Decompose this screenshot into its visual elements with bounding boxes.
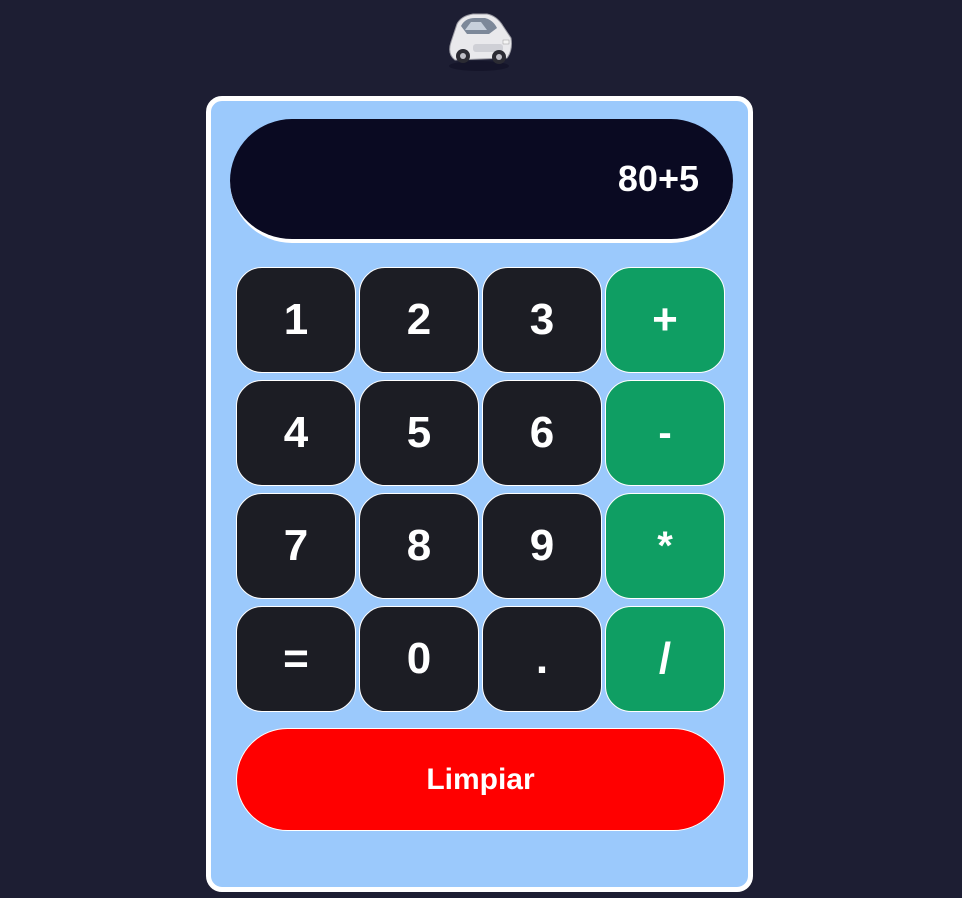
calculator-display: 80+5 (230, 119, 733, 243)
clear-button[interactable]: Limpiar (236, 728, 725, 831)
display-value: 80+5 (617, 158, 699, 199)
key-0[interactable]: 0 (359, 606, 479, 712)
key-2[interactable]: 2 (359, 267, 479, 373)
key-1[interactable]: 1 (236, 267, 356, 373)
calculator: 80+5 1 2 3 + 4 5 6 - 7 8 9 * = 0 . / Lim… (206, 96, 753, 892)
key-multiply[interactable]: * (605, 493, 725, 599)
key-equals[interactable]: = (236, 606, 356, 712)
key-7[interactable]: 7 (236, 493, 356, 599)
car-logo-icon (441, 4, 517, 74)
key-9[interactable]: 9 (482, 493, 602, 599)
key-3[interactable]: 3 (482, 267, 602, 373)
key-6[interactable]: 6 (482, 380, 602, 486)
key-plus[interactable]: + (605, 267, 725, 373)
key-4[interactable]: 4 (236, 380, 356, 486)
key-8[interactable]: 8 (359, 493, 479, 599)
key-5[interactable]: 5 (359, 380, 479, 486)
key-divide[interactable]: / (605, 606, 725, 712)
keypad: 1 2 3 + 4 5 6 - 7 8 9 * = 0 . / (236, 267, 725, 712)
key-minus[interactable]: - (605, 380, 725, 486)
key-decimal[interactable]: . (482, 606, 602, 712)
